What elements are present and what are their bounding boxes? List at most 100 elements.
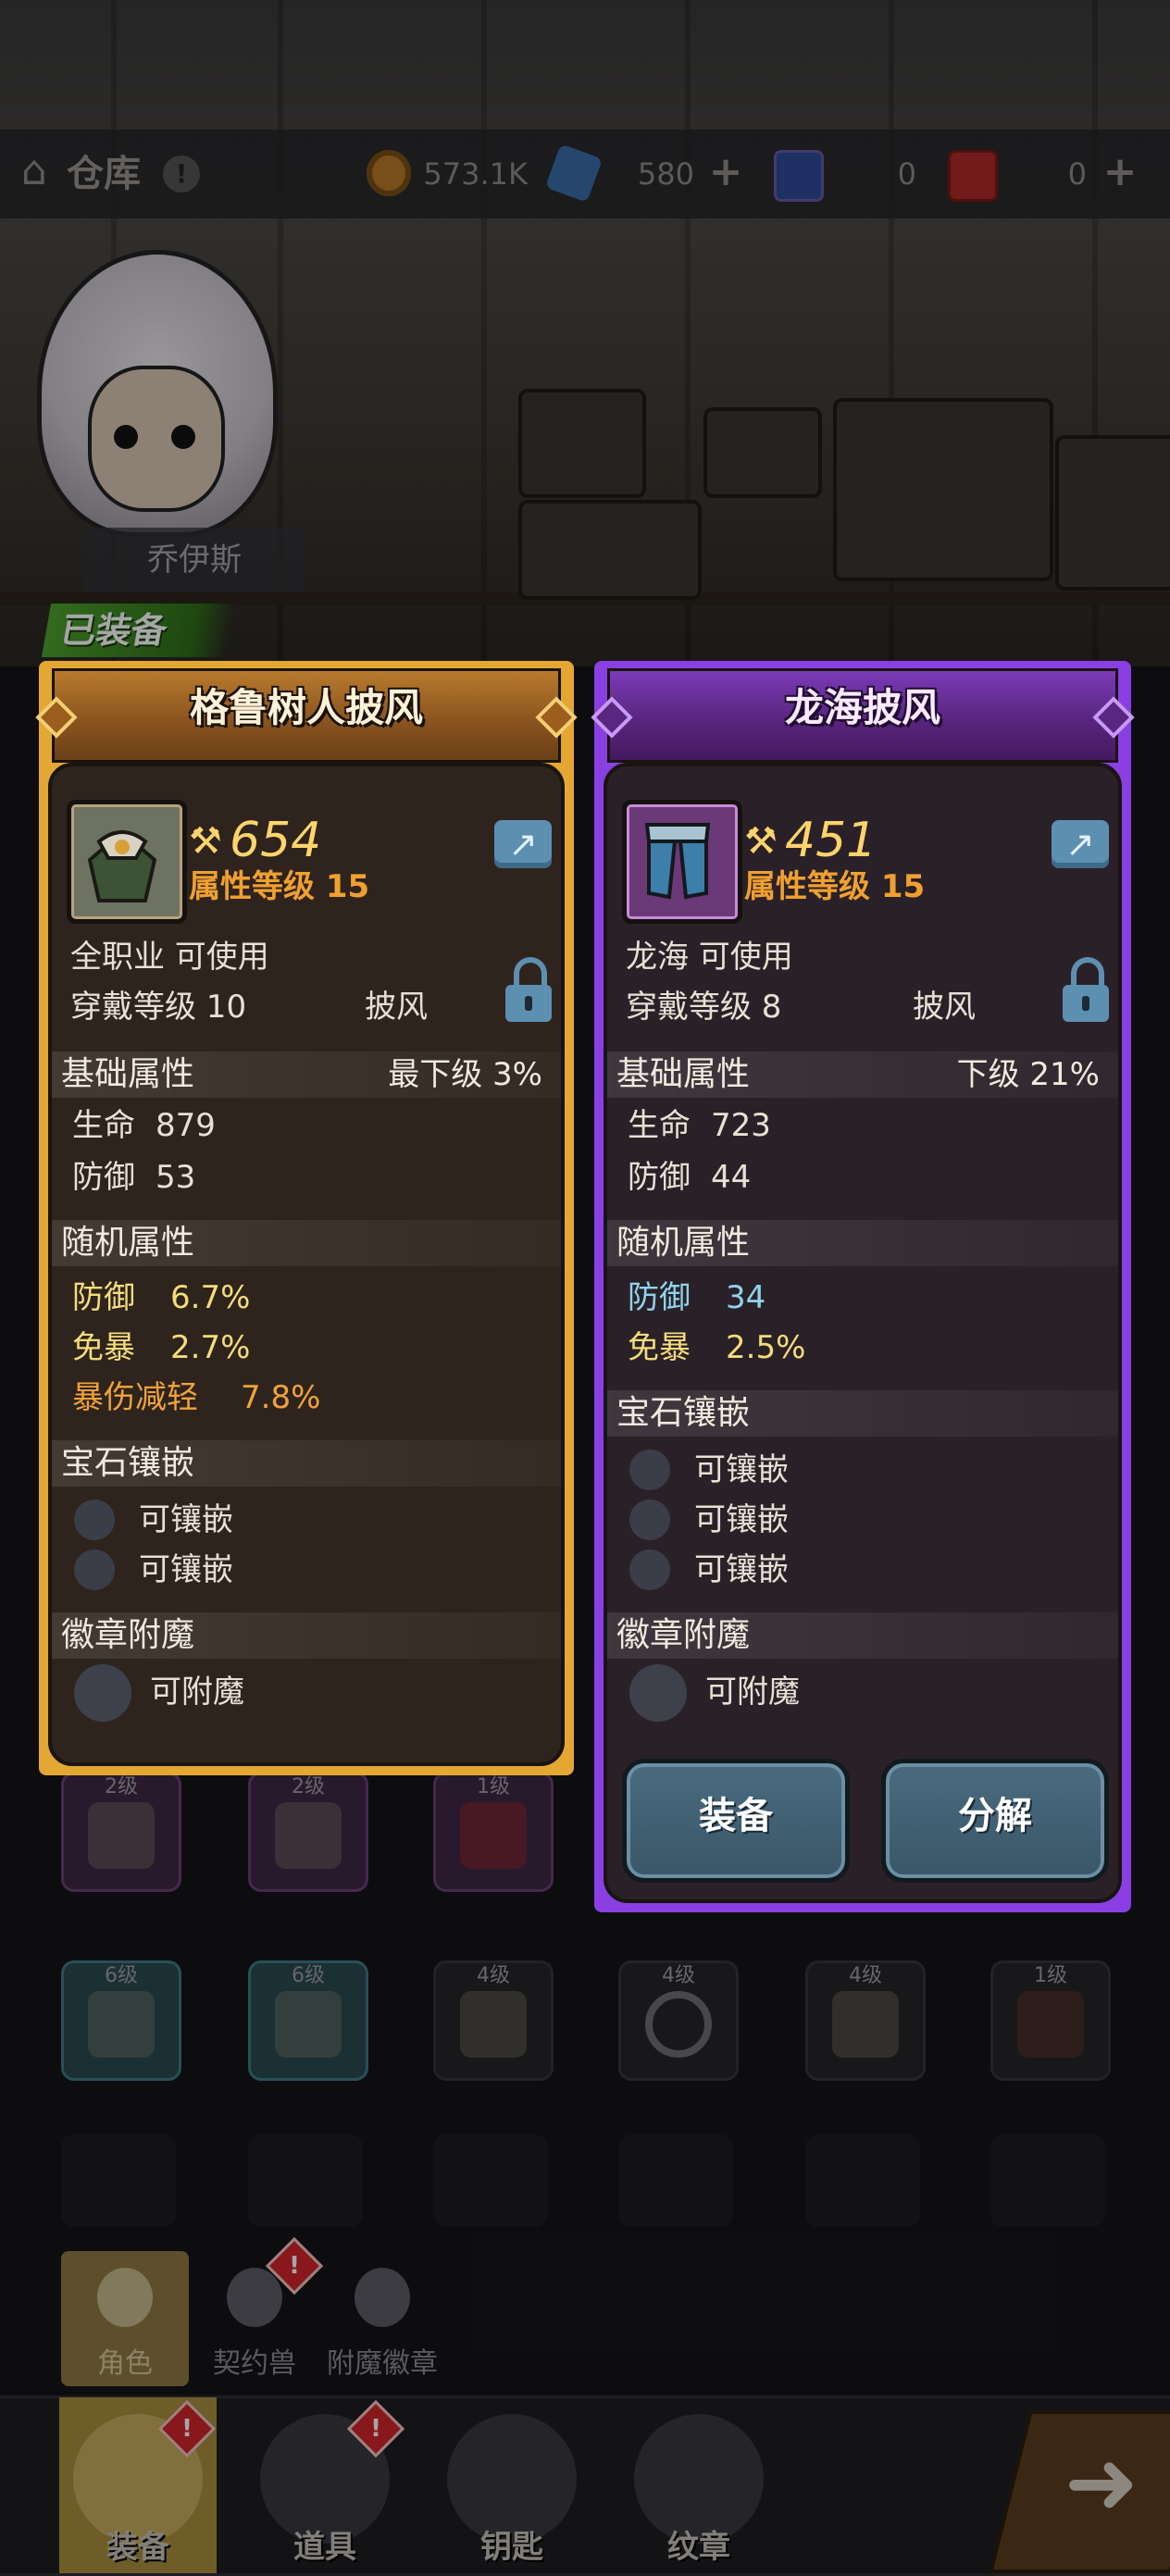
item-icon	[67, 800, 187, 924]
character-head-icon	[97, 2268, 153, 2327]
nav-items[interactable]: 道具 !	[246, 2397, 405, 2573]
base-stat-value: 723	[711, 1107, 771, 1144]
nav-crest[interactable]: 纹章	[620, 2397, 778, 2573]
nav-label: 道具	[293, 2529, 356, 2566]
character-face	[88, 366, 225, 512]
gold-value: 573.1K	[423, 156, 528, 192]
wear-level: 穿戴等级 10	[70, 989, 247, 1026]
inventory-slot[interactable]: 4级	[618, 1960, 739, 2081]
compare-item-card: 龙海披风 ⚒ 451 属性等级 15 ↗ 龙海 可使用 穿戴等级 8 披风 基础…	[591, 661, 1135, 1912]
base-stat-name: 生命	[628, 1107, 691, 1144]
random-stat-value: 34	[726, 1279, 766, 1316]
inventory-slot[interactable]: 2级	[248, 1772, 368, 1892]
slot-level: 1级	[1034, 1964, 1067, 1987]
badge-socket[interactable]	[629, 1664, 687, 1722]
random-stat-value: 7.8%	[241, 1379, 321, 1416]
nav-keys[interactable]: 钥匙	[433, 2397, 591, 2573]
nav-label: 纹章	[667, 2529, 730, 2566]
crest-icon	[634, 2414, 764, 2544]
add-red-card-button[interactable]: +	[1102, 152, 1139, 193]
gem-socket[interactable]	[629, 1500, 670, 1540]
gem-slot-label: 可镶嵌	[694, 1501, 789, 1538]
gem-socket[interactable]	[74, 1500, 115, 1540]
section-title: 宝石镶嵌	[616, 1394, 751, 1432]
badge-socket[interactable]	[74, 1664, 131, 1722]
random-stat-name: 防御	[628, 1279, 691, 1316]
random-stat-name: 免暴	[72, 1329, 135, 1366]
key-icon	[447, 2414, 577, 2544]
section-title: 徽章附魔	[61, 1616, 195, 1654]
share-icon[interactable]: ↗	[1052, 820, 1109, 868]
slot-level: 4级	[849, 1964, 882, 1987]
random-stat-value: 2.7%	[170, 1329, 251, 1366]
inventory-slot[interactable]: 4级	[805, 1960, 926, 2081]
badge-slot-label: 可附魔	[705, 1674, 800, 1711]
subtab-enchant-badge[interactable]: 附魔徽章	[318, 2251, 446, 2386]
emblem-icon	[355, 2268, 410, 2327]
subtab-label: 附魔徽章	[327, 2347, 438, 2380]
gem-slot-label: 可镶嵌	[139, 1551, 233, 1588]
empty-inventory-slot	[248, 2134, 363, 2227]
gem-socket[interactable]	[629, 1549, 670, 1590]
section-title: 基础属性	[61, 1055, 195, 1093]
base-stat-value: 44	[711, 1159, 752, 1196]
nav-equipment[interactable]: 装备 !	[59, 2397, 217, 2573]
inventory-slot[interactable]: 1级	[433, 1772, 554, 1892]
power-icon: ⚒	[189, 820, 222, 863]
inventory-slot[interactable]: 6级	[61, 1960, 181, 2081]
gem-socket[interactable]	[74, 1549, 115, 1590]
slot-level: 2级	[292, 1775, 325, 1798]
inventory-slot[interactable]: 2级	[61, 1772, 181, 1892]
section-title: 宝石镶嵌	[61, 1444, 195, 1482]
arrow-right-icon: ➜	[1064, 2431, 1139, 2534]
gem-slot-label: 可镶嵌	[139, 1501, 233, 1538]
base-stat-name: 生命	[72, 1107, 135, 1144]
slot-level: 4级	[662, 1964, 695, 1987]
nav-label: 装备	[106, 2529, 169, 2566]
crystal-value: 580	[637, 156, 694, 192]
inventory-slot[interactable]: 6级	[248, 1960, 368, 2081]
power-value: 451	[785, 813, 878, 868]
base-stat-value: 53	[156, 1159, 196, 1196]
blue-card-icon	[774, 150, 824, 202]
subtab-contract-beast[interactable]: 契约兽 !	[191, 2236, 324, 2386]
subtab-character[interactable]: 角色	[61, 2251, 189, 2386]
base-stat-name: 防御	[628, 1159, 691, 1196]
subtab-label: 角色	[97, 2347, 153, 2380]
attribute-level: 属性等级 15	[189, 868, 370, 905]
attribute-level: 属性等级 15	[744, 868, 926, 905]
empty-inventory-slot	[61, 2134, 176, 2227]
empty-inventory-slot	[805, 2134, 920, 2227]
slot-type: 披风	[365, 989, 428, 1026]
power-icon: ⚒	[744, 820, 778, 863]
base-stat-value: 879	[156, 1107, 216, 1144]
base-grade: 最下级 3%	[388, 1056, 542, 1093]
power-value: 654	[230, 813, 322, 868]
blue-card-value: 0	[897, 156, 916, 192]
random-stat-value: 2.5%	[726, 1329, 806, 1366]
slot-level: 6级	[292, 1964, 325, 1987]
inventory-slot[interactable]: 1级	[990, 1960, 1111, 2081]
item-name: 格鲁树人披风	[189, 685, 423, 730]
info-icon[interactable]: !	[163, 156, 200, 193]
gem-socket[interactable]	[629, 1450, 670, 1490]
red-card-value: 0	[1067, 156, 1087, 192]
gem-slot-label: 可镶嵌	[694, 1551, 789, 1588]
lock-icon[interactable]	[505, 957, 552, 1022]
lock-icon[interactable]	[1063, 957, 1109, 1022]
slot-level: 4级	[477, 1964, 510, 1987]
share-icon[interactable]: ↗	[494, 820, 552, 868]
empty-inventory-slot	[990, 2134, 1105, 2227]
inventory-slot[interactable]: 4级	[433, 1960, 554, 2081]
equip-button[interactable]: 装备	[622, 1759, 850, 1883]
page-title: 仓库	[67, 153, 141, 195]
item-icon	[622, 800, 742, 924]
top-bar: ⌂ 仓库 ! 573.1K 580 + 0 0 +	[0, 130, 1170, 218]
section-title: 徽章附魔	[616, 1616, 751, 1654]
add-crystal-button[interactable]: +	[707, 152, 744, 193]
dismantle-button[interactable]: 分解	[881, 1759, 1109, 1883]
red-card-icon	[948, 150, 998, 202]
section-title: 基础属性	[616, 1055, 751, 1093]
paw-icon	[227, 2268, 282, 2327]
equipped-item-card: 格鲁树人披风 ⚒ 654 属性等级 15 ↗ 全职业 可使用 穿戴等级 10 披…	[35, 661, 578, 1775]
